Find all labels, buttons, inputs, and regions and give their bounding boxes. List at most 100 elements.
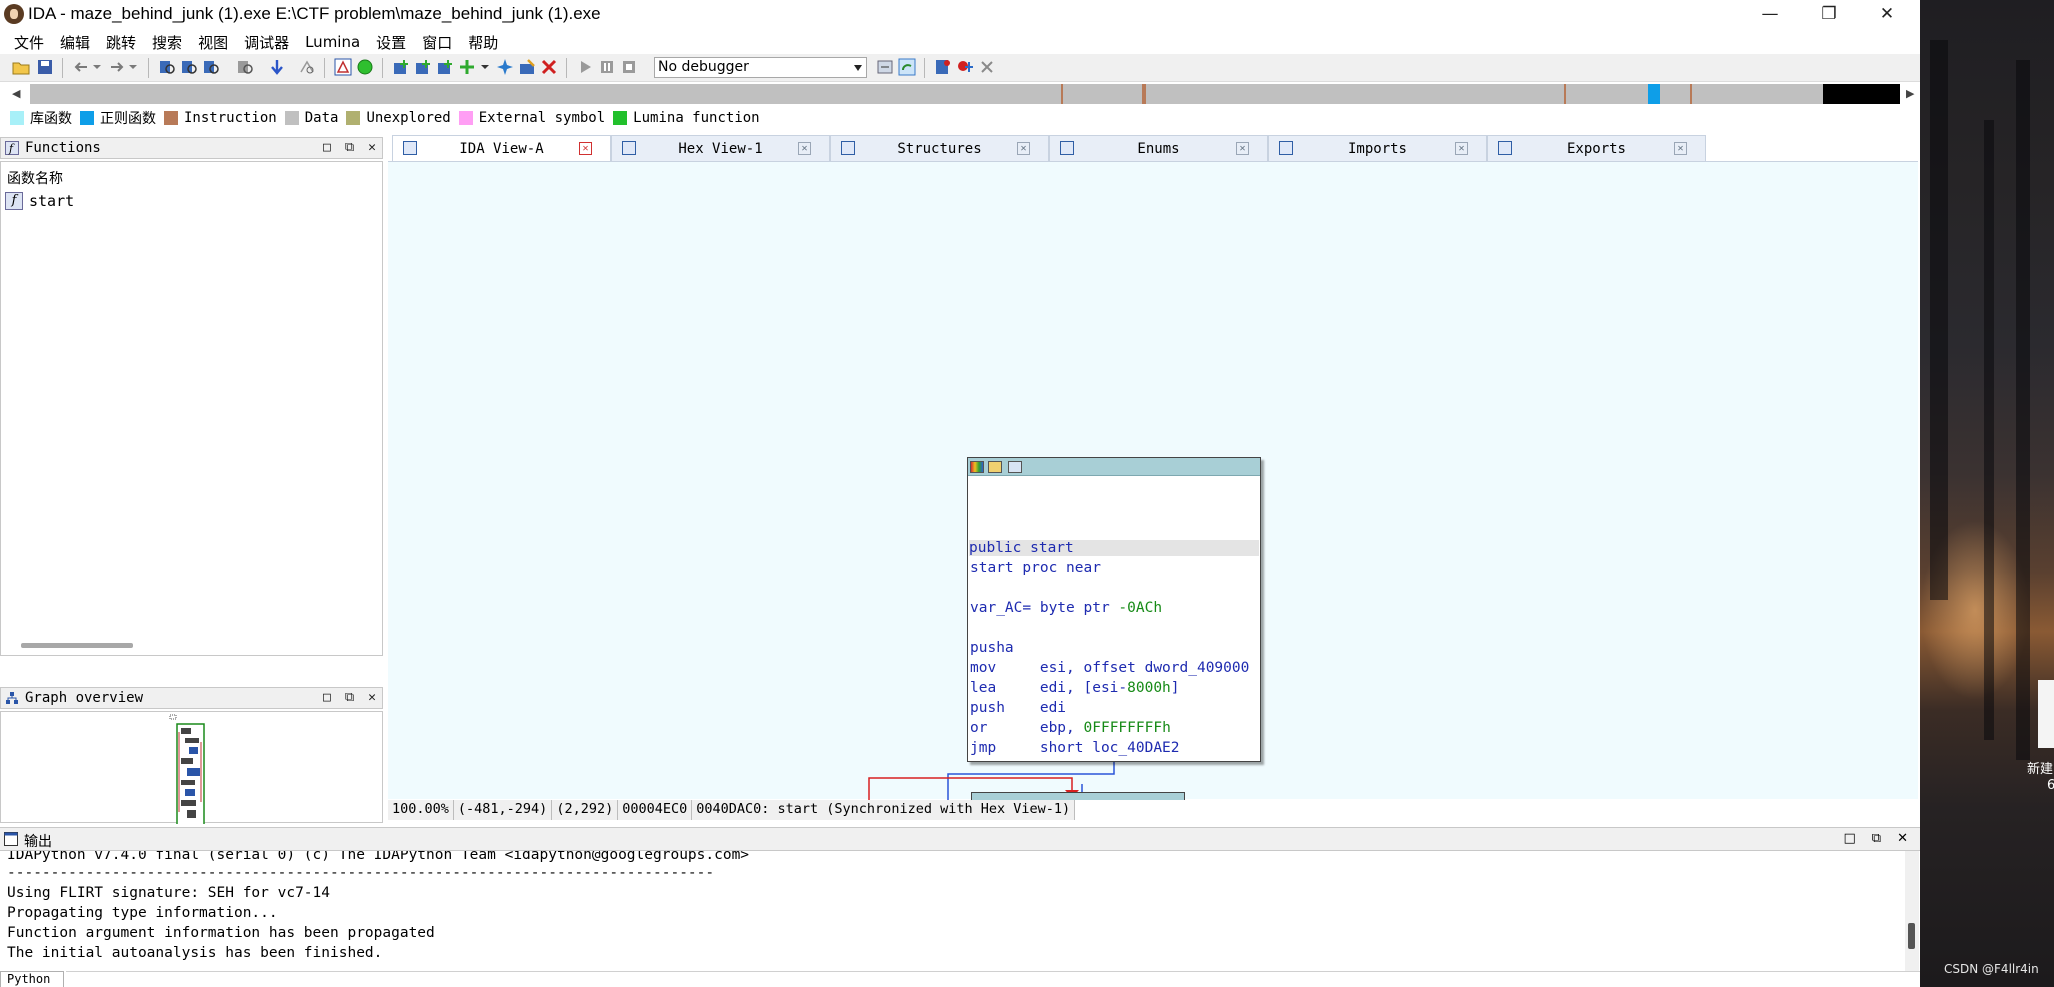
- remove-breakpoint-icon[interactable]: [978, 58, 996, 76]
- code-text: mov esi, offset dword_409000: [970, 660, 1250, 676]
- code-line[interactable]: var_AC= byte ptr -0ACh: [970, 600, 1162, 616]
- debugger-options-icon[interactable]: [876, 58, 894, 76]
- tab-hex-view-1[interactable]: Hex View-1 ✕: [611, 135, 830, 161]
- python-interpreter-button[interactable]: Python: [0, 971, 64, 987]
- node-color-icon[interactable]: [970, 461, 984, 473]
- close-icon[interactable]: ✕: [1017, 142, 1030, 155]
- graph-overview-header: Graph overview □ ⧉ ✕: [0, 687, 383, 709]
- code-text: lea edi, [esi-: [970, 680, 1128, 696]
- node-group-icon[interactable]: [1008, 461, 1022, 473]
- create-struct-icon[interactable]: [414, 58, 432, 76]
- tab-imports[interactable]: Imports ✕: [1268, 135, 1487, 161]
- menu-jump[interactable]: 跳转: [98, 32, 144, 53]
- zoom-level: 100.00%: [388, 800, 454, 820]
- close-panel-button[interactable]: ✕: [368, 690, 376, 705]
- attach-process-icon[interactable]: [898, 58, 916, 76]
- desktop-file-icon[interactable]: [2038, 680, 2054, 748]
- create-function-icon[interactable]: [392, 58, 410, 76]
- menu-view[interactable]: 视图: [190, 32, 236, 53]
- tab-enums[interactable]: Enums ✕: [1049, 135, 1268, 161]
- unknown-search-icon[interactable]: [298, 58, 316, 76]
- navigation-strip[interactable]: [30, 84, 1900, 104]
- tab-exports[interactable]: Exports ✕: [1487, 135, 1706, 161]
- code-line[interactable]: pusha: [970, 640, 1014, 656]
- immediate-search-icon[interactable]: [202, 58, 220, 76]
- float-button[interactable]: ⧉: [345, 690, 354, 705]
- add-dropdown-icon[interactable]: [476, 58, 494, 76]
- restore-button[interactable]: □: [323, 690, 331, 705]
- float-button[interactable]: ⧉: [345, 140, 354, 155]
- graph-node-start[interactable]: public start start proc near var_AC= byt…: [967, 457, 1261, 762]
- tab-structures[interactable]: Structures ✕: [830, 135, 1049, 161]
- function-row-start[interactable]: f start: [5, 192, 74, 210]
- menu-lumina[interactable]: Lumina: [297, 33, 368, 51]
- open-folder-icon[interactable]: [12, 58, 30, 76]
- restore-button[interactable]: □: [323, 140, 331, 155]
- stop-icon[interactable]: [620, 58, 638, 76]
- green-circle-icon[interactable]: [356, 58, 374, 76]
- node-rename-icon[interactable]: [988, 461, 1002, 473]
- tab-ida-view-a[interactable]: IDA View-A ✕: [392, 135, 611, 161]
- create-enum-icon[interactable]: [436, 58, 454, 76]
- code-text: pusha: [970, 640, 1014, 656]
- code-line[interactable]: push edi: [970, 700, 1066, 716]
- code-line[interactable]: mov esi, offset dword_409000: [970, 660, 1249, 676]
- menu-windows[interactable]: 窗口: [414, 32, 460, 53]
- breakpoint-list-icon[interactable]: [934, 58, 952, 76]
- close-icon[interactable]: ✕: [1455, 142, 1468, 155]
- code-line[interactable]: or ebp, 0FFFFFFFFh: [970, 720, 1171, 736]
- output-vertical-scrollbar[interactable]: [1905, 851, 1919, 971]
- close-panel-button[interactable]: ✕: [368, 140, 376, 155]
- menu-options[interactable]: 设置: [368, 32, 414, 53]
- graph-icon[interactable]: [334, 58, 352, 76]
- nav-right-arrow-icon[interactable]: ▶: [1906, 87, 1914, 100]
- output-line: Using FLIRT signature: SEH for vc7-14: [7, 885, 331, 901]
- menu-file[interactable]: 文件: [6, 32, 52, 53]
- save-icon[interactable]: [36, 58, 54, 76]
- jump-down-icon[interactable]: [268, 58, 286, 76]
- horizontal-scrollbar[interactable]: [21, 643, 133, 648]
- menu-search[interactable]: 搜索: [144, 32, 190, 53]
- text-search-icon[interactable]: [180, 58, 198, 76]
- function-name-column-header[interactable]: 函数名称: [7, 168, 63, 188]
- sparkle-icon[interactable]: [496, 58, 514, 76]
- edit-patch-icon[interactable]: [518, 58, 536, 76]
- nav-left-arrow-icon[interactable]: ◀: [12, 87, 20, 100]
- maximize-button[interactable]: ❐: [1806, 0, 1852, 28]
- navigation-band[interactable]: ◀ ▶: [8, 84, 1918, 104]
- menu-edit[interactable]: 编辑: [52, 32, 98, 53]
- add-item-icon[interactable]: [458, 58, 476, 76]
- close-icon[interactable]: ✕: [579, 142, 592, 155]
- close-window-button[interactable]: ✕: [1864, 0, 1910, 28]
- play-icon[interactable]: [576, 58, 594, 76]
- graph-node-next[interactable]: [971, 792, 1185, 800]
- output-log[interactable]: IDAPython v7.4.0 final (serial 0) (c) Th…: [0, 851, 1920, 971]
- binary-search-icon[interactable]: [158, 58, 176, 76]
- pause-icon[interactable]: [598, 58, 616, 76]
- add-breakpoint-icon[interactable]: [956, 58, 974, 76]
- restore-button[interactable]: □: [1844, 831, 1856, 846]
- search-next-icon[interactable]: [236, 58, 254, 76]
- back-dropdown-icon[interactable]: [88, 58, 106, 76]
- current-location: 0040DAC0: start (Synchronized with Hex V…: [692, 800, 1076, 820]
- code-line[interactable]: start proc near: [970, 560, 1101, 576]
- code-line[interactable]: lea edi, [esi-8000h]: [970, 680, 1180, 696]
- graph-overview-canvas[interactable]: [0, 711, 383, 831]
- close-icon[interactable]: ✕: [1236, 142, 1249, 155]
- command-line-input[interactable]: [66, 971, 1920, 987]
- debugger-select[interactable]: No debugger: [654, 57, 867, 78]
- forward-dropdown-icon[interactable]: [124, 58, 142, 76]
- menu-debugger[interactable]: 调试器: [236, 32, 297, 53]
- functions-panel-header: f Functions □ ⧉ ✕: [0, 137, 383, 159]
- legend-item-instruction: Instruction: [164, 110, 277, 126]
- delete-red-x-icon[interactable]: [540, 58, 558, 76]
- minimize-button[interactable]: —: [1747, 0, 1793, 28]
- code-line[interactable]: public start: [969, 540, 1259, 556]
- close-icon[interactable]: ✕: [1674, 142, 1687, 155]
- close-panel-button[interactable]: ✕: [1897, 831, 1908, 846]
- menu-help[interactable]: 帮助: [460, 32, 506, 53]
- csdn-watermark: CSDN @F4llr4in: [1944, 962, 2039, 976]
- code-line[interactable]: jmp short loc_40DAE2: [970, 740, 1180, 756]
- float-button[interactable]: ⧉: [1872, 831, 1881, 846]
- close-icon[interactable]: ✕: [798, 142, 811, 155]
